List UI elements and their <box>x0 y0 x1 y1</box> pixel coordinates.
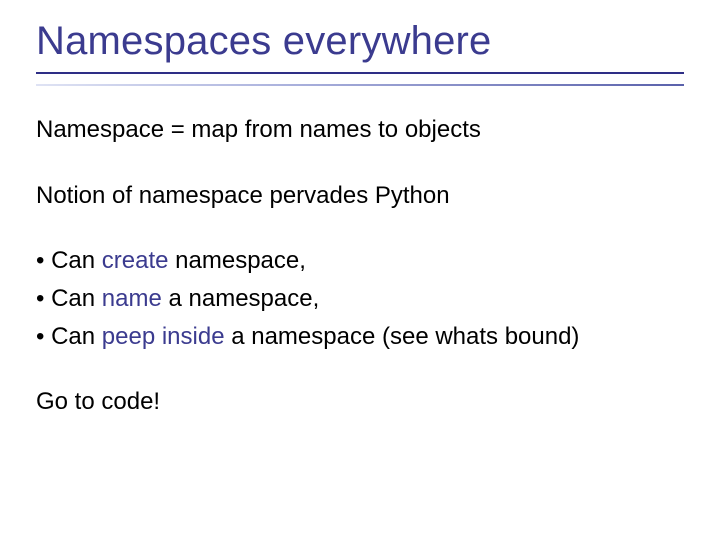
bullet-emph: create <box>102 247 169 274</box>
slide: Namespaces everywhere Namespace = map fr… <box>0 0 720 540</box>
bullet-post: namespace, <box>168 247 305 274</box>
bullet-post: a namespace, <box>162 285 319 312</box>
bullet-emph: name <box>102 285 162 312</box>
bullet-pre: Can <box>51 247 102 274</box>
bullet-list: Can create namespace, Can name a namespa… <box>36 245 684 352</box>
bullet-emph: peep inside <box>102 323 225 350</box>
intro-paragraph-1: Namespace = map from names to objects <box>36 114 684 146</box>
closing-paragraph: Go to code! <box>36 386 684 418</box>
list-item: Can create namespace, <box>36 245 684 277</box>
list-item: Can name a namespace, <box>36 283 684 315</box>
slide-body: Namespace = map from names to objects No… <box>36 114 684 418</box>
list-item: Can peep inside a namespace (see whats b… <box>36 321 684 353</box>
slide-title: Namespaces everywhere <box>36 18 684 74</box>
bullet-pre: Can <box>51 285 102 312</box>
title-underline-accent <box>36 84 684 86</box>
bullet-pre: Can <box>51 323 102 350</box>
intro-paragraph-2: Notion of namespace pervades Python <box>36 180 684 212</box>
bullet-post: a namespace (see whats bound) <box>225 323 580 350</box>
